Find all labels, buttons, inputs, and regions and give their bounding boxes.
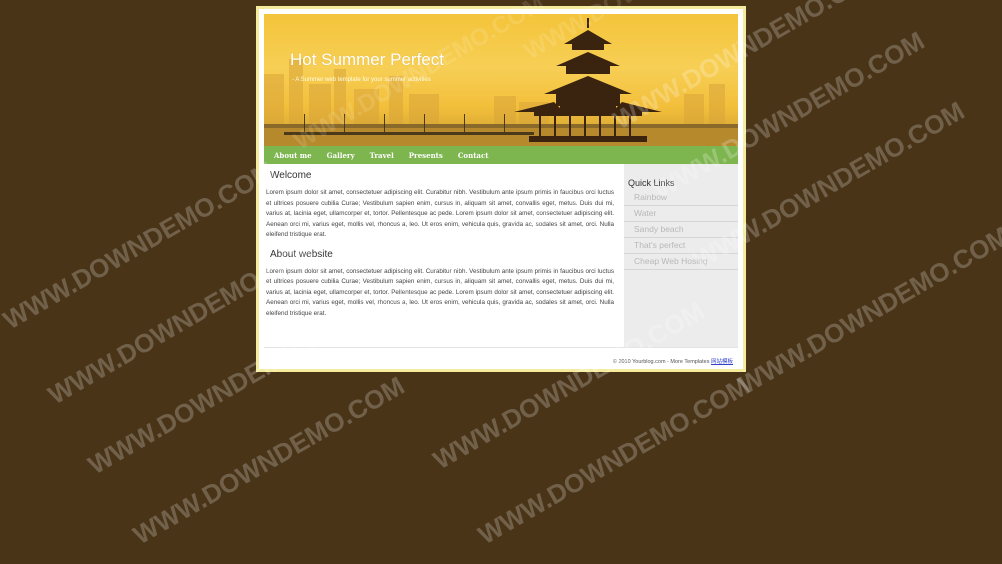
quick-links-title: Quick Links bbox=[628, 178, 675, 188]
site-title: Hot Summer Perfect bbox=[290, 50, 444, 69]
quick-link-cheap-web-hosing[interactable]: Cheap Web Hosing bbox=[624, 254, 738, 270]
quick-link-water[interactable]: Water bbox=[624, 206, 738, 222]
about-website-heading: About website bbox=[270, 248, 333, 260]
nav-travel[interactable]: Travel bbox=[370, 151, 394, 160]
footer: © 2010 Yourblog.com - More Templates 网站模… bbox=[613, 357, 733, 365]
watermark-text: WWW.DOWNDEMO.COM bbox=[733, 220, 1002, 400]
welcome-heading: Welcome bbox=[270, 170, 312, 181]
footer-divider bbox=[264, 347, 738, 348]
quick-links-sidebar: Quick Links Rainbow Water Sandy beach Th… bbox=[624, 164, 738, 347]
main-content: Welcome Lorem ipsum dolor sit amet, cons… bbox=[264, 169, 616, 319]
nav-about-me[interactable]: About me bbox=[274, 151, 312, 160]
nav-presents[interactable]: Presents bbox=[409, 151, 443, 160]
quick-link-sandy-beach[interactable]: Sandy beach bbox=[624, 222, 738, 238]
page-container: Hot Summer Perfect - A Summer web templa… bbox=[256, 6, 746, 372]
footer-copyright: © 2010 Yourblog.com - More Templates bbox=[612, 359, 710, 365]
quick-link-thats-perfect[interactable]: That's perfect bbox=[624, 238, 738, 254]
footer-templates-link[interactable]: 网站模板 bbox=[711, 359, 733, 365]
about-website-text: Lorem ipsum dolor sit amet, consectetuer… bbox=[266, 267, 614, 317]
main-nav: About me Gallery Travel Presents Contact bbox=[264, 146, 738, 164]
header-banner: Hot Summer Perfect - A Summer web templa… bbox=[264, 14, 738, 147]
watermark-text: WWW.DOWNDEMO.COM bbox=[128, 370, 409, 550]
welcome-text: Lorem ipsum dolor sit amet, consectetuer… bbox=[266, 189, 614, 238]
quick-links-list: Rainbow Water Sandy beach That's perfect… bbox=[624, 190, 738, 270]
nav-gallery[interactable]: Gallery bbox=[327, 151, 355, 160]
site-tagline: - A Summer web template for your summer … bbox=[292, 77, 431, 83]
nav-contact[interactable]: Contact bbox=[458, 151, 489, 160]
watermark-text: WWW.DOWNDEMO.COM bbox=[0, 155, 279, 335]
watermark-text: WWW.DOWNDEMO.COM bbox=[473, 370, 754, 550]
quick-link-rainbow[interactable]: Rainbow bbox=[624, 190, 738, 206]
